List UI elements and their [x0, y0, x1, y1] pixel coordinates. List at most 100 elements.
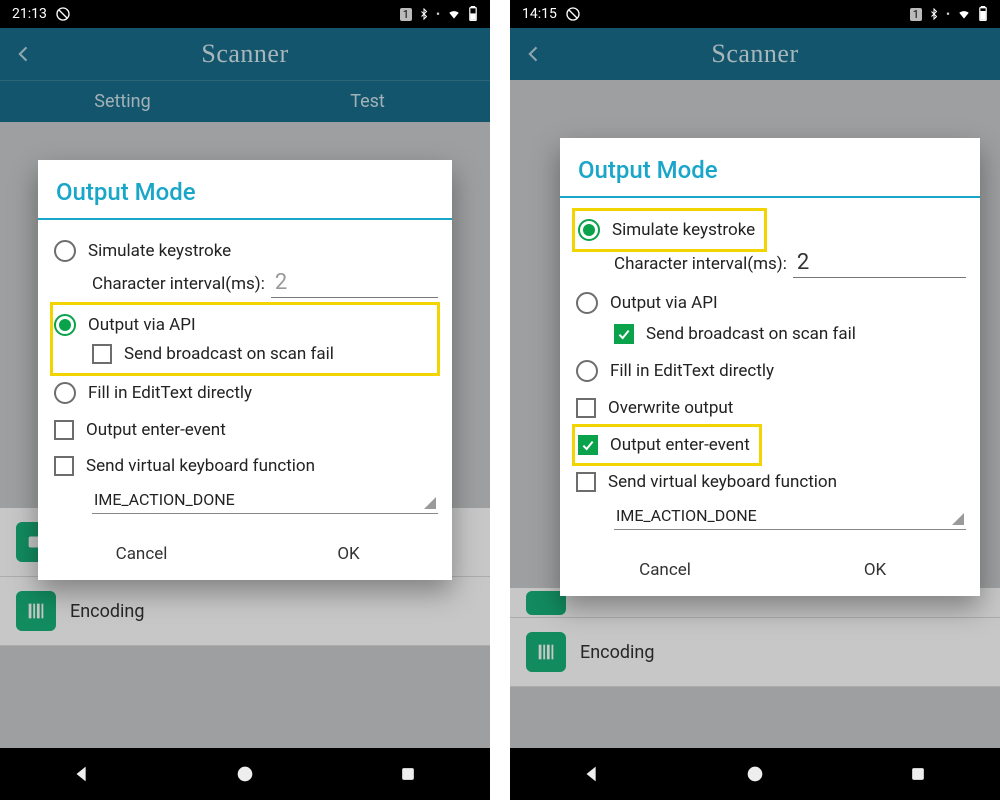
radio-label: Output via API — [88, 315, 436, 335]
tab-setting[interactable]: Setting — [0, 81, 245, 122]
radio-icon — [576, 292, 598, 314]
list-item[interactable]: Encoding — [510, 618, 1000, 687]
list-item-label: Encoding — [580, 642, 654, 663]
highlight-simulate: Simulate keystroke — [574, 210, 765, 250]
dialog-buttons: Cancel OK — [38, 528, 452, 580]
checkbox-virtual-keyboard[interactable]: Send virtual keyboard function — [52, 448, 438, 484]
ok-button[interactable]: OK — [770, 544, 980, 596]
bluetooth-icon — [928, 6, 940, 22]
ok-button[interactable]: OK — [245, 528, 452, 580]
radio-label: Fill in EditText directly — [88, 383, 436, 403]
radio-fill-edittext[interactable]: Fill in EditText directly — [52, 374, 438, 412]
app-header: Scanner — [0, 28, 490, 80]
app-body: Scanner Encoding Output Mode Simulate ke… — [510, 28, 1000, 748]
nav-recent-button[interactable] — [888, 754, 948, 794]
cancel-button[interactable]: Cancel — [560, 544, 770, 596]
radio-label: Simulate keystroke — [88, 241, 436, 261]
checkbox-output-enter-event[interactable]: Output enter-event — [576, 427, 758, 463]
radio-icon — [578, 219, 600, 241]
interval-value[interactable]: 2 — [793, 250, 966, 278]
radio-label: Output via API — [610, 293, 964, 313]
navigation-bar — [510, 748, 1000, 800]
radio-output-via-api[interactable]: Output via API — [574, 284, 966, 322]
radio-icon — [54, 382, 76, 404]
interval-label: Character interval(ms): — [614, 254, 787, 278]
encoding-icon — [16, 591, 56, 631]
radio-output-via-api[interactable]: Output via API — [52, 306, 438, 344]
output-mode-dialog: Output Mode Simulate keystroke Character… — [38, 160, 452, 580]
dialog-title: Output Mode — [38, 160, 452, 218]
checkbox-output-enter-event[interactable]: Output enter-event — [52, 412, 438, 448]
highlight-enter-event: Output enter-event — [574, 426, 760, 464]
radio-simulate-keystroke[interactable]: Simulate keystroke — [576, 211, 763, 249]
dropdown-value: IME_ACTION_DONE — [94, 490, 235, 509]
checkbox-icon — [54, 456, 74, 476]
battery-icon — [468, 6, 478, 22]
ime-action-dropdown[interactable]: IME_ACTION_DONE — [52, 488, 438, 514]
checkbox-label: Send virtual keyboard function — [86, 456, 436, 476]
ime-action-dropdown[interactable]: IME_ACTION_DONE — [574, 504, 966, 530]
radio-icon — [576, 360, 598, 382]
radio-icon — [54, 240, 76, 262]
checkbox-label: Output enter-event — [86, 420, 436, 440]
checkbox-icon — [54, 420, 74, 440]
character-interval-field[interactable]: Character interval(ms): 2 — [52, 270, 438, 304]
checkbox-label: Send broadcast on scan fail — [124, 344, 436, 364]
dropdown-triangle-icon — [424, 497, 436, 509]
character-interval-field[interactable]: Character interval(ms): 2 — [574, 250, 966, 284]
navigation-bar — [0, 748, 490, 800]
dialog-buttons: Cancel OK — [560, 544, 980, 596]
nav-back-button[interactable] — [562, 754, 622, 794]
checkbox-icon — [92, 344, 112, 364]
output-mode-dialog: Output Mode Simulate keystroke Character… — [560, 138, 980, 596]
do-not-disturb-icon — [565, 6, 581, 22]
checkbox-overwrite-output[interactable]: Overwrite output — [574, 390, 966, 426]
checkbox-label: Overwrite output — [608, 398, 964, 418]
list-item-label: Encoding — [70, 601, 144, 622]
checkbox-send-broadcast[interactable]: Send broadcast on scan fail — [52, 344, 438, 372]
app-header: Scanner — [510, 28, 1000, 80]
battery-icon — [978, 6, 988, 22]
checkbox-label: Send virtual keyboard function — [608, 472, 964, 492]
status-bar: 14:15 1 • — [510, 0, 1000, 28]
wifi-icon — [446, 7, 462, 21]
radio-simulate-keystroke[interactable]: Simulate keystroke — [52, 232, 438, 270]
dropdown-triangle-icon — [952, 513, 964, 525]
do-not-disturb-icon — [55, 6, 71, 22]
radio-fill-edittext[interactable]: Fill in EditText directly — [574, 352, 966, 390]
checkbox-icon — [614, 324, 634, 344]
tab-test[interactable]: Test — [245, 81, 490, 122]
radio-label: Fill in EditText directly — [610, 361, 964, 381]
interval-value[interactable]: 2 — [271, 270, 438, 298]
checkbox-icon — [578, 435, 598, 455]
page-title: Scanner — [558, 39, 952, 69]
dot-icon: • — [946, 7, 950, 21]
dialog-title: Output Mode — [560, 138, 980, 196]
nav-home-button[interactable] — [215, 754, 275, 794]
list-item[interactable]: Encoding — [0, 577, 490, 646]
clock-text: 14:15 — [522, 6, 557, 22]
background-list: Encoding — [510, 588, 1000, 687]
wifi-icon — [956, 7, 972, 21]
checkbox-send-broadcast[interactable]: Send broadcast on scan fail — [574, 322, 966, 352]
clock-text: 21:13 — [12, 6, 47, 22]
sim-indicator: 1 — [400, 8, 412, 21]
radio-icon — [54, 314, 76, 336]
checkbox-virtual-keyboard[interactable]: Send virtual keyboard function — [574, 464, 966, 500]
interval-label: Character interval(ms): — [92, 274, 265, 298]
dot-icon: • — [436, 7, 440, 21]
back-button[interactable] — [510, 40, 558, 68]
encoding-icon — [526, 632, 566, 672]
cancel-button[interactable]: Cancel — [38, 528, 245, 580]
dropdown-value: IME_ACTION_DONE — [616, 506, 757, 525]
dialog-divider — [560, 196, 980, 198]
dialog-divider — [38, 218, 452, 220]
nav-home-button[interactable] — [725, 754, 785, 794]
checkbox-icon — [576, 398, 596, 418]
back-button[interactable] — [0, 40, 48, 68]
page-title: Scanner — [48, 39, 442, 69]
checkbox-label: Output enter-event — [610, 435, 750, 455]
tabs: Setting Test — [0, 80, 490, 122]
nav-back-button[interactable] — [52, 754, 112, 794]
nav-recent-button[interactable] — [378, 754, 438, 794]
